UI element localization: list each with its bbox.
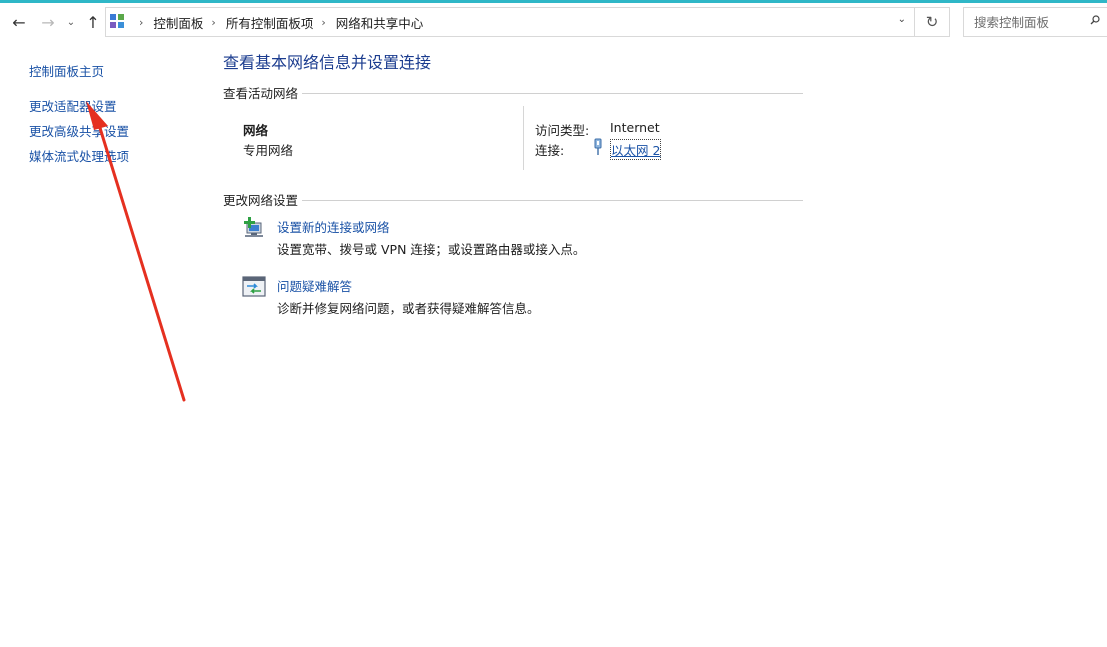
breadcrumb-control-panel[interactable]: 控制面板	[151, 13, 205, 32]
page-title: 查看基本网络信息并设置连接	[223, 53, 432, 72]
section-divider	[223, 200, 803, 201]
search-box	[963, 7, 1107, 37]
chevron-down-icon: ⌄	[66, 16, 76, 28]
back-arrow-icon: ←	[12, 12, 26, 32]
network-divider	[523, 106, 524, 170]
troubleshoot-link[interactable]: 问题疑难解答	[277, 276, 352, 295]
forward-arrow-icon: →	[41, 12, 55, 32]
sidebar-item-media-streaming-options[interactable]: 媒体流式处理选项	[29, 146, 129, 165]
setup-new-connection-description: 设置宽带、拨号或 VPN 连接；或设置路由器或接入点。	[277, 242, 586, 257]
sidebar-item-control-panel-home[interactable]: 控制面板主页	[29, 61, 104, 80]
breadcrumb-separator: ›	[139, 15, 144, 29]
recent-locations-button[interactable]: ⌄	[64, 10, 78, 34]
breadcrumb-all-items[interactable]: 所有控制面板项	[224, 13, 316, 32]
setup-new-connection-link[interactable]: 设置新的连接或网络	[277, 217, 390, 236]
search-icon[interactable]	[1090, 15, 1100, 25]
section-divider	[223, 93, 803, 94]
up-arrow-icon: ↑	[86, 12, 100, 32]
breadcrumb-separator[interactable]: ›	[211, 16, 215, 29]
breadcrumb-network-center[interactable]: 网络和共享中心	[334, 13, 426, 32]
ethernet-icon	[594, 138, 602, 155]
connections-label: 连接:	[535, 143, 565, 158]
back-button[interactable]: ←	[8, 10, 30, 34]
network-type: 专用网络	[243, 143, 294, 158]
annotation-arrow	[86, 101, 186, 402]
address-dropdown-button[interactable]: ⌄	[898, 14, 906, 25]
access-type-label: 访问类型:	[535, 123, 590, 138]
active-networks-heading: 查看活动网络	[223, 83, 303, 102]
sidebar-item-advanced-sharing-settings[interactable]: 更改高级共享设置	[29, 121, 129, 140]
control-panel-icon	[109, 13, 127, 31]
troubleshoot-description: 诊断并修复网络问题，或者获得疑难解答信息。	[277, 301, 540, 316]
access-type-value: Internet	[610, 120, 660, 135]
network-name: 网络	[243, 123, 269, 138]
window-top-accent	[0, 0, 1107, 3]
new-connection-icon	[244, 217, 263, 237]
sidebar-item-change-adapter-settings[interactable]: 更改适配器设置	[29, 96, 117, 115]
forward-button[interactable]: →	[37, 10, 59, 34]
refresh-icon: ↻	[925, 13, 939, 31]
ethernet-connection-link[interactable]: 以太网 2	[609, 139, 662, 160]
refresh-button[interactable]: ↻	[915, 7, 950, 37]
address-bar[interactable]: › 控制面板 › 所有控制面板项 › 网络和共享中心 ⌄	[105, 7, 915, 37]
search-input[interactable]	[972, 13, 1086, 31]
change-settings-heading: 更改网络设置	[223, 190, 303, 209]
breadcrumb-separator[interactable]: ›	[321, 16, 325, 29]
troubleshoot-icon	[242, 276, 266, 297]
up-button[interactable]: ↑	[82, 10, 104, 34]
chevron-down-icon: ⌄	[897, 14, 906, 25]
